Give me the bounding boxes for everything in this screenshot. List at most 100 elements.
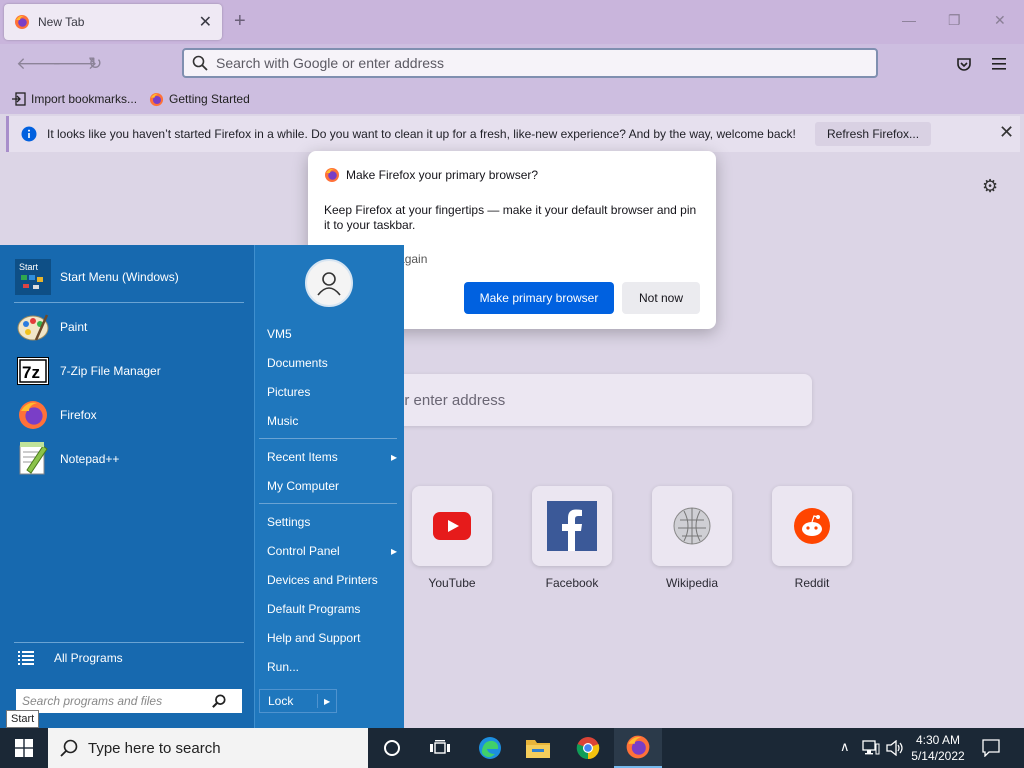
chevron-right-icon: ▸ [390,450,397,464]
address-input[interactable] [216,55,836,71]
menu-icon[interactable] [992,57,1008,71]
start-app-badge: Start [19,262,39,272]
place-devices-printers[interactable]: Devices and Printers [267,573,397,587]
place-music[interactable]: Music [267,414,397,428]
start-menu-app-icon: Start [14,258,52,296]
not-now-button[interactable]: Not now [622,282,700,314]
notifications-icon[interactable] [982,739,1000,757]
file-explorer-taskbar-button[interactable] [514,728,562,768]
close-icon[interactable]: ✕ [999,122,1014,143]
firefox-icon [14,396,52,434]
nav-bar: 🡐 🡒 ↻ [0,44,1024,84]
minimize-button[interactable]: — [902,12,916,28]
dialog-header: Make Firefox your primary browser? [324,167,700,183]
place-help-support[interactable]: Help and Support [267,631,397,645]
tab-new-tab[interactable]: New Tab ✕ [4,4,222,40]
start-button[interactable] [0,728,48,768]
cortana-icon [384,740,400,756]
task-view-button[interactable] [416,728,464,768]
program-label: Start Menu (Windows) [60,270,179,284]
place-pictures[interactable]: Pictures [267,385,397,399]
top-site-wikipedia[interactable]: Wikipedia [652,486,732,590]
program-paint[interactable]: Paint [14,307,244,347]
program-start-menu[interactable]: Start Start Menu (Windows) [14,257,244,297]
close-window-button[interactable]: ✕ [994,12,1006,29]
site-label: Facebook [545,576,599,590]
notification-text: It looks like you haven’t started Firefo… [47,127,796,141]
site-tile [412,486,492,566]
wikipedia-icon [673,507,711,545]
avatar[interactable] [305,259,353,307]
start-search-box[interactable] [16,689,242,713]
place-label: Devices and Printers [267,573,378,587]
maximize-button[interactable]: ❐ [948,12,961,29]
place-vm5[interactable]: VM5 [267,327,397,341]
dialog-title: Make Firefox your primary browser? [346,168,539,182]
start-menu-programs-pane: Start Start Menu (Windows) Paint 7z 7-Zi… [0,245,254,729]
firefox-bookmark-icon [149,92,164,106]
volume-icon[interactable] [886,740,904,756]
place-label: Music [267,414,299,428]
firefox-taskbar-button[interactable] [614,728,662,768]
bookmark-getting-started[interactable]: Getting Started [149,92,250,107]
all-programs-button[interactable]: All Programs [18,651,123,665]
place-default-programs[interactable]: Default Programs [267,602,397,616]
lock-options-arrow-icon[interactable]: ▶ [318,697,330,706]
system-clock[interactable]: 4:30 AM 5/14/2022 [910,732,966,764]
place-label: VM5 [267,327,292,341]
facebook-icon [547,501,597,551]
tab-close-icon[interactable]: ✕ [199,12,212,32]
start-menu: Start Start Menu (Windows) Paint 7z 7-Zi… [0,245,404,729]
program-label: 7-Zip File Manager [60,364,161,378]
cortana-button[interactable] [368,728,416,768]
top-site-reddit[interactable]: Reddit [772,486,852,590]
seven-zip-badge: 7z [22,363,40,382]
chrome-taskbar-button[interactable] [564,728,612,768]
chevron-right-icon: ▸ [390,544,397,558]
make-primary-browser-button[interactable]: Make primary browser [464,282,614,314]
start-search-input[interactable] [22,694,212,708]
pocket-icon[interactable] [956,56,972,72]
bookmark-label: Import bookmarks... [31,92,138,106]
reddit-icon [794,508,830,544]
tab-label: New Tab [38,15,85,29]
top-site-facebook[interactable]: Facebook [532,486,612,590]
network-icon[interactable] [862,740,880,756]
reload-icon[interactable]: ↻ [88,55,102,72]
place-my-computer[interactable]: My Computer [267,479,397,493]
lock-button[interactable]: Lock ▶ [259,689,337,713]
gear-icon[interactable]: ⚙ [982,176,998,197]
place-control-panel[interactable]: Control Panel ▸ [267,544,397,558]
taskbar: Type here to search ∧ 4:30 AM 5/14/2022 [0,728,1024,768]
show-hidden-icons-chevron-icon[interactable]: ∧ [840,739,850,755]
address-bar[interactable] [182,48,878,78]
program-7zip[interactable]: 7z 7-Zip File Manager [14,351,244,391]
new-tab-button[interactable]: + [234,11,246,31]
top-site-youtube[interactable]: YouTube [412,486,492,590]
place-run[interactable]: Run... [267,660,397,674]
bookmarks-toolbar: Import bookmarks... Getting Started [0,84,1024,114]
site-label: YouTube [428,576,476,590]
firefox-icon [626,735,650,759]
refresh-firefox-button[interactable]: Refresh Firefox... [815,122,932,146]
search-icon[interactable] [212,694,226,708]
program-firefox[interactable]: Firefox [14,395,244,435]
user-icon [317,272,341,296]
place-settings[interactable]: Settings [267,515,397,529]
edge-taskbar-button[interactable] [466,728,514,768]
taskbar-search-box[interactable]: Type here to search [48,728,368,768]
list-icon [18,651,34,665]
place-label: Control Panel [267,544,340,558]
clock-time: 4:30 AM [915,733,961,747]
bookmark-import[interactable]: Import bookmarks... [12,92,137,106]
taskbar-search-placeholder: Type here to search [88,739,221,757]
import-icon [12,92,26,106]
program-notepad-plus-plus[interactable]: Notepad++ [14,439,244,479]
place-label: Pictures [267,385,311,399]
place-documents[interactable]: Documents [267,356,397,370]
place-recent-items[interactable]: Recent Items ▸ [267,450,397,464]
seven-zip-icon: 7z [14,352,52,390]
divider [259,503,397,504]
start-menu-places-pane: VM5 Documents Pictures Music Recent Item… [254,245,404,729]
divider [14,302,244,303]
